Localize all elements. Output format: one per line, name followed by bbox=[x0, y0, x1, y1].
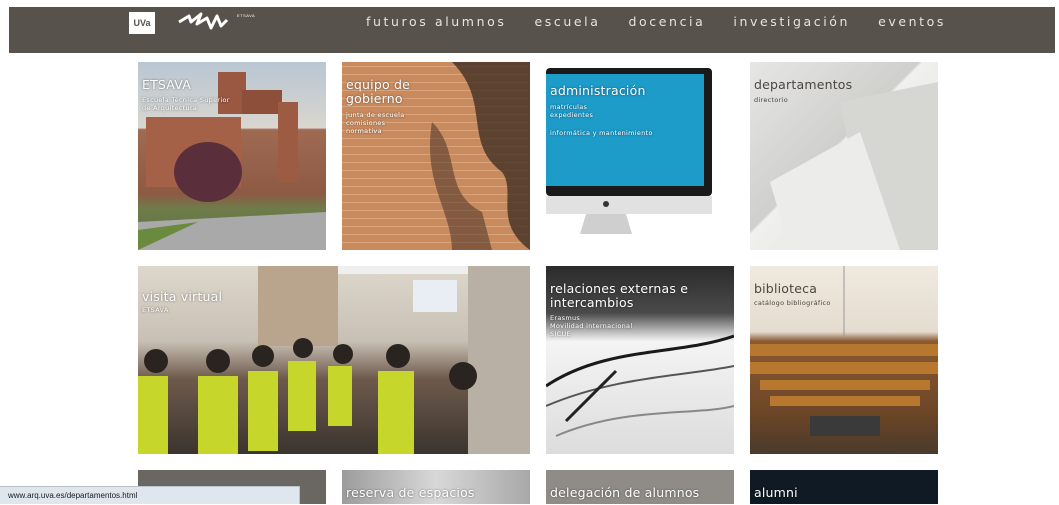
nav-docencia[interactable]: docencia bbox=[629, 14, 706, 29]
uva-logo[interactable]: UVa bbox=[129, 12, 155, 34]
tile-subtitle: Movilidad internacional bbox=[550, 322, 633, 330]
tile-reserva-de-espacios[interactable]: reserva de espacios bbox=[342, 470, 530, 504]
tile-administracion[interactable]: administración matrículas expedientes in… bbox=[546, 62, 734, 250]
tile-subtitle: ETSAVA bbox=[142, 306, 169, 314]
tile-title: reserva de espacios bbox=[346, 485, 475, 500]
tile-subtitle: Erasmus bbox=[550, 314, 581, 322]
tile-subtitle: junta de escuela bbox=[346, 111, 405, 119]
tile-subtitle: catálogo bibliográfico bbox=[754, 299, 831, 307]
tile-title: ETSAVA bbox=[142, 77, 191, 92]
nav-investigacion[interactable]: investigación bbox=[733, 14, 850, 29]
tile-departamentos[interactable]: departamentos directorio bbox=[750, 62, 938, 250]
main-nav: futuros alumnos escuela docencia investi… bbox=[366, 14, 974, 29]
tile-biblioteca[interactable]: biblioteca catálogo bibliográfico bbox=[750, 266, 938, 454]
tile-subtitle: Escuela Técnica Superior bbox=[142, 96, 230, 104]
tile-subtitle: informática y mantenimiento bbox=[550, 129, 653, 137]
tile-title: departamentos bbox=[754, 77, 853, 92]
tile-alumni[interactable]: alumni bbox=[750, 470, 938, 504]
tile-relaciones-externas[interactable]: relaciones externas e intercambios Erasm… bbox=[546, 266, 734, 454]
tile-delegacion-de-alumnos[interactable]: delegación de alumnos bbox=[546, 470, 734, 504]
tile-subtitle: expedientes bbox=[550, 111, 594, 119]
nav-eventos[interactable]: eventos bbox=[878, 14, 946, 29]
tile-title: visita virtual bbox=[142, 289, 223, 304]
tile-title: equipo de gobierno bbox=[346, 77, 411, 106]
tile-subtitle: de Arquitectura bbox=[142, 104, 198, 112]
tile-subtitle: normativa bbox=[346, 127, 382, 135]
tile-subtitle: matrículas bbox=[550, 103, 588, 111]
tile-subtitle: directorio bbox=[754, 96, 789, 104]
tile-etsava[interactable]: ETSAVA Escuela Técnica Superior de Arqui… bbox=[138, 62, 326, 250]
etsava-wordmark: ETSAVA bbox=[237, 13, 256, 18]
uva-logo-text: UVa bbox=[133, 18, 151, 28]
browser-status-url: www.arq.uva.es/departamentos.html bbox=[0, 486, 300, 504]
tile-visita-virtual[interactable]: visita virtual ETSAVA bbox=[138, 266, 530, 454]
tile-title: alumni bbox=[754, 485, 798, 500]
tile-subtitle: comisiones bbox=[346, 119, 386, 127]
nav-escuela[interactable]: escuela bbox=[534, 14, 600, 29]
tile-title: delegación de alumnos bbox=[550, 485, 700, 500]
tile-title: administración bbox=[550, 83, 646, 98]
tile-equipo-de-gobierno[interactable]: equipo de gobierno junta de escuela comi… bbox=[342, 62, 530, 250]
tile-title: biblioteca bbox=[754, 281, 818, 296]
tile-title: relaciones externas e intercambios bbox=[550, 281, 689, 310]
nav-futuros-alumnos[interactable]: futuros alumnos bbox=[366, 14, 506, 29]
tile-subtitle: SICUE bbox=[550, 330, 571, 338]
